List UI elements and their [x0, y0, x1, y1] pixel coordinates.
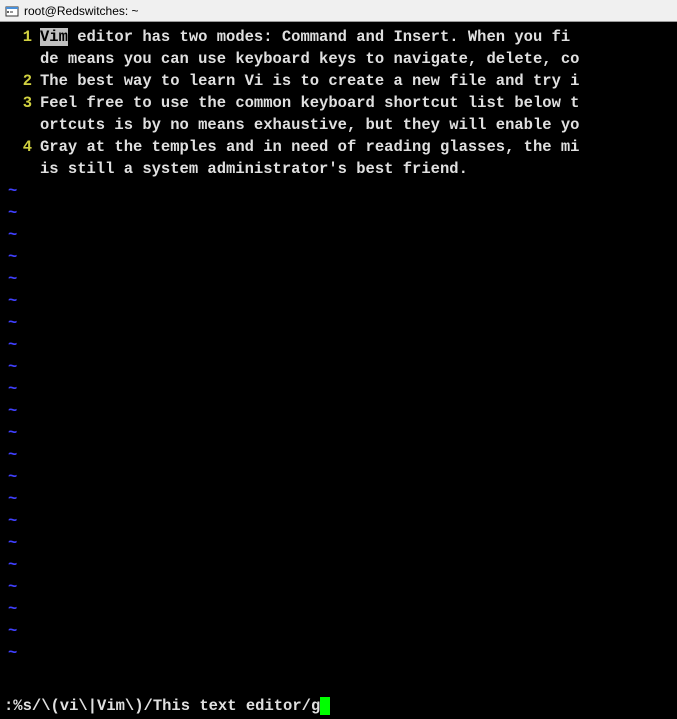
text-line: 2 The best way to learn Vi is to create …: [0, 70, 677, 92]
empty-line: ~: [0, 488, 677, 510]
empty-line: ~: [0, 246, 677, 268]
line-number-blank: [0, 158, 40, 180]
empty-line: ~: [0, 576, 677, 598]
line-content: ortcuts is by no means exhaustive, but t…: [40, 114, 580, 136]
line-number-blank: [0, 114, 40, 136]
text-line-wrap: ortcuts is by no means exhaustive, but t…: [0, 114, 677, 136]
line-number-blank: [0, 48, 40, 70]
empty-line: ~: [0, 202, 677, 224]
line-number: 2: [0, 70, 40, 92]
empty-line: ~: [0, 444, 677, 466]
text-line-wrap: de means you can use keyboard keys to na…: [0, 48, 677, 70]
line-content: The best way to learn Vi is to create a …: [40, 70, 580, 92]
empty-line: ~: [0, 378, 677, 400]
line-content: Gray at the temples and in need of readi…: [40, 136, 580, 158]
empty-line: ~: [0, 510, 677, 532]
line-number: 1: [0, 26, 40, 48]
empty-line: ~: [0, 466, 677, 488]
line-number: 4: [0, 136, 40, 158]
empty-line: ~: [0, 312, 677, 334]
empty-line: ~: [0, 422, 677, 444]
empty-line: ~: [0, 400, 677, 422]
line-content: is still a system administrator's best f…: [40, 158, 468, 180]
empty-line: ~: [0, 334, 677, 356]
empty-line: ~: [0, 532, 677, 554]
terminal-icon: [4, 3, 20, 19]
command-text: :%s/\(vi\|Vim\)/This text editor/g: [4, 697, 320, 715]
text-line: 4 Gray at the temples and in need of rea…: [0, 136, 677, 158]
line-content: Vim editor has two modes: Command and In…: [40, 26, 570, 48]
empty-line: ~: [0, 620, 677, 642]
empty-line: ~: [0, 290, 677, 312]
line-number: 3: [0, 92, 40, 114]
line-content: de means you can use keyboard keys to na…: [40, 48, 580, 70]
window-title: root@Redswitches: ~: [24, 4, 139, 18]
empty-line: ~: [0, 356, 677, 378]
empty-line: ~: [0, 554, 677, 576]
empty-line: ~: [0, 642, 677, 664]
window-title-bar: root@Redswitches: ~: [0, 0, 677, 22]
text-line: 3 Feel free to use the common keyboard s…: [0, 92, 677, 114]
empty-line: ~: [0, 268, 677, 290]
text-line: 1 Vim editor has two modes: Command and …: [0, 26, 677, 48]
empty-line: ~: [0, 224, 677, 246]
vim-editor-area[interactable]: 1 Vim editor has two modes: Command and …: [0, 22, 677, 695]
search-highlight: Vim: [40, 28, 68, 46]
empty-line: ~: [0, 180, 677, 202]
text-line-wrap: is still a system administrator's best f…: [0, 158, 677, 180]
empty-line: ~: [0, 598, 677, 620]
cursor: [320, 697, 330, 715]
line-content: Feel free to use the common keyboard sho…: [40, 92, 580, 114]
vim-command-line[interactable]: :%s/\(vi\|Vim\)/This text editor/g: [0, 695, 677, 719]
